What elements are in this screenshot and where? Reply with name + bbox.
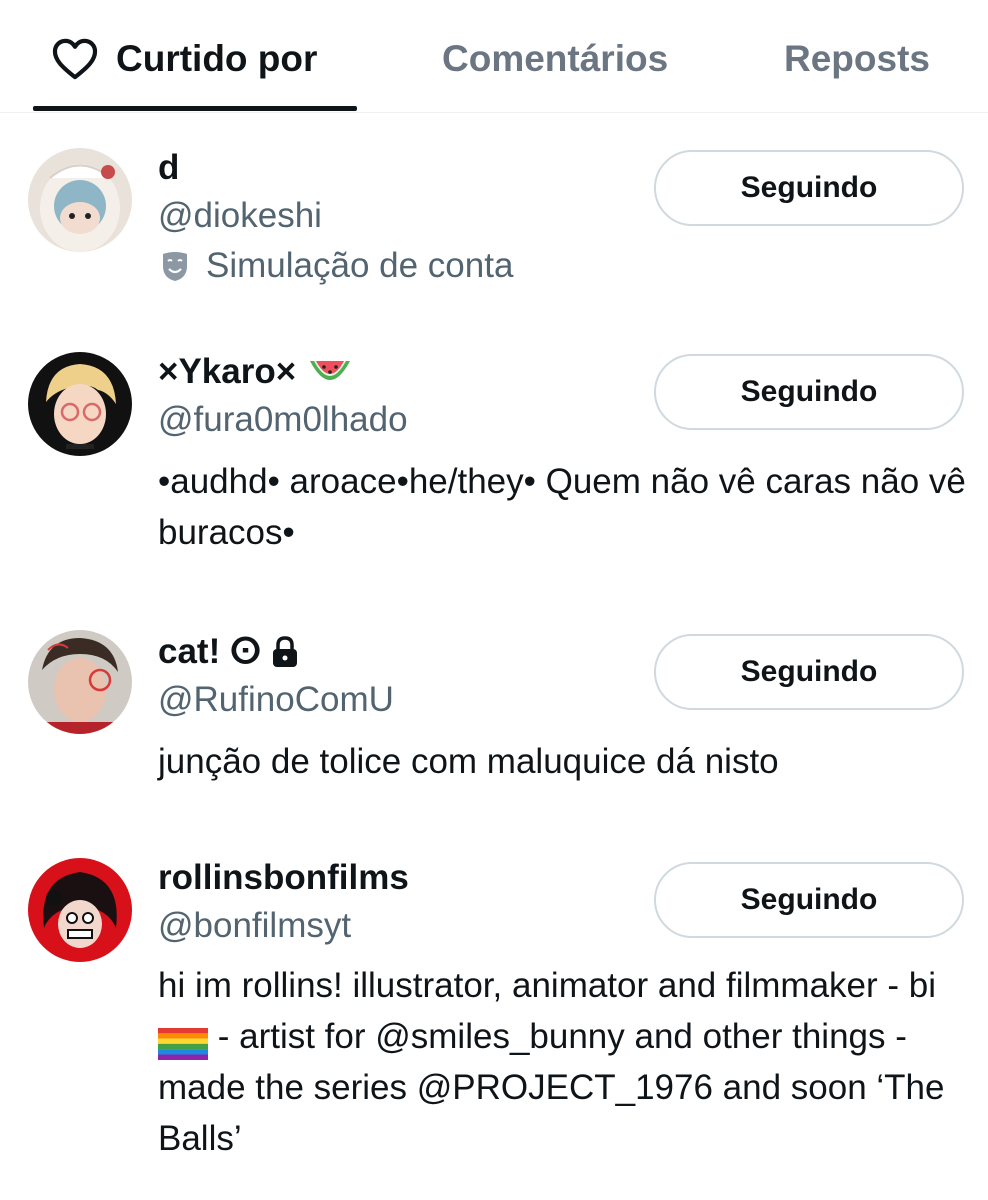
list-item[interactable]: cat! ⵙ @RufinoComU junção de tolice com …: [0, 624, 988, 784]
list-item[interactable]: ×Ykaro× @fura0m0lhado •audhd• aroace•he/…: [0, 344, 988, 564]
user-bio: junção de tolice com maluquice dá nisto: [158, 742, 779, 781]
following-button[interactable]: Seguindo: [654, 354, 964, 430]
avatar[interactable]: [28, 352, 132, 456]
avatar[interactable]: [28, 630, 132, 734]
avatar[interactable]: [28, 858, 132, 962]
tab-comments[interactable]: Comentários: [442, 34, 668, 84]
tab-label: Reposts: [784, 38, 930, 79]
theater-mask-icon: [160, 250, 190, 282]
bio-text: - artist for @smiles_bunny and other thi…: [158, 1017, 945, 1158]
user-bio: •audhd• aroace•he/they• Quem não vê cara…: [158, 462, 966, 552]
tab-liked-by[interactable]: Curtido por: [52, 34, 317, 84]
user-handle: @RufinoComU: [158, 680, 394, 719]
display-name: d: [158, 148, 180, 187]
user-handle: @fura0m0lhado: [158, 400, 408, 439]
following-button[interactable]: Seguindo: [654, 150, 964, 226]
following-button[interactable]: Seguindo: [654, 634, 964, 710]
following-button[interactable]: Seguindo: [654, 862, 964, 938]
tab-bar: Curtido por Comentários Reposts: [0, 0, 988, 113]
watermelon-icon: [308, 355, 352, 389]
bio-text: hi im rollins! illustrator, animator and…: [158, 966, 937, 1005]
display-name: cat! ⵙ: [158, 632, 262, 671]
account-simulation-label: Simulação de conta: [206, 246, 514, 285]
user-bio: hi im rollins! illustrator, animator and…: [158, 960, 978, 1164]
tab-reposts[interactable]: Reposts: [784, 34, 930, 84]
avatar[interactable]: [28, 148, 132, 252]
tab-label: Comentários: [442, 38, 669, 79]
display-name: rollinsbonfilms: [158, 858, 409, 897]
lock-icon: [271, 636, 299, 668]
list-item[interactable]: rollinsbonfilms @bonfilmsyt hi im rollin…: [0, 852, 988, 1182]
user-handle: @diokeshi: [158, 196, 322, 235]
list-item[interactable]: d @diokeshi Simulação de conta Seguindo: [0, 140, 988, 300]
display-name: ×Ykaro×: [158, 352, 297, 391]
rainbow-flag-icon: [158, 1023, 208, 1060]
user-handle: @bonfilmsyt: [158, 906, 352, 945]
tab-label: Curtido por: [116, 38, 318, 79]
active-tab-indicator: [33, 106, 357, 111]
heart-icon: [52, 38, 98, 80]
